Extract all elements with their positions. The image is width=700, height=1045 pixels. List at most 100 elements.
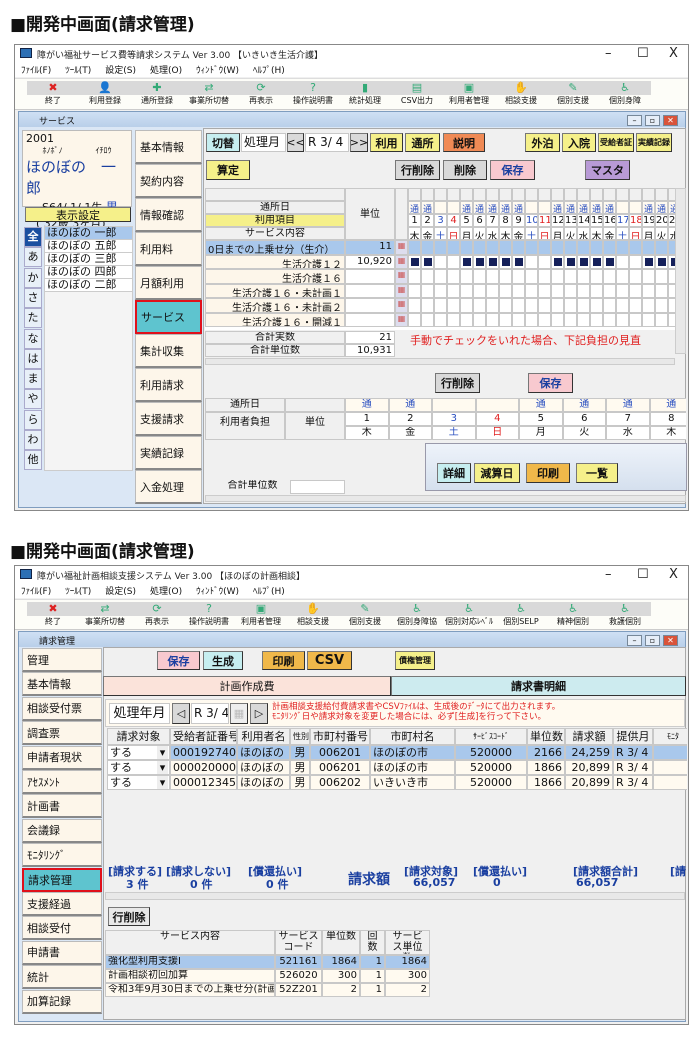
nav2-6[interactable]: 計画書 — [22, 794, 102, 819]
day-check-cell[interactable] — [525, 283, 538, 298]
chevron-down-icon[interactable]: ▾ — [157, 746, 168, 759]
toolbar-add-button[interactable]: ✚ 通所登録 — [131, 79, 183, 109]
day-check-cell[interactable] — [421, 312, 434, 327]
prev-month-button[interactable]: << — [287, 133, 304, 152]
toolbar-chart-button[interactable]: ▮ 統計処理 — [339, 79, 391, 109]
toolbar-person-button[interactable]: ♿ 救護個別 — [599, 600, 651, 629]
day-check-cell[interactable] — [603, 298, 616, 313]
kana-tab[interactable]: 他 — [24, 450, 42, 471]
recipient-cert-button[interactable]: 受給者証 — [598, 133, 634, 152]
day-check-cell[interactable] — [499, 254, 512, 269]
day-check-cell[interactable] — [434, 283, 447, 298]
day-check-cell[interactable] — [629, 254, 642, 269]
day-check-cell[interactable] — [642, 254, 655, 269]
day-check-cell[interactable] — [655, 283, 668, 298]
row-detail-icon[interactable]: ▦ — [395, 283, 408, 298]
chevron-down-icon[interactable]: ▾ — [157, 776, 168, 789]
day-check-cell[interactable] — [447, 269, 460, 284]
day-check-cell[interactable] — [538, 312, 551, 327]
day-check-cell[interactable] — [564, 254, 577, 269]
close-button[interactable]: X — [669, 567, 678, 582]
day-check-cell[interactable] — [551, 254, 564, 269]
reduction-day-button[interactable]: 減算日 — [474, 463, 520, 483]
save-button[interactable]: 保存 — [490, 160, 535, 180]
nav2-5[interactable]: ｱｾｽﾒﾝﾄ — [22, 770, 102, 794]
day-check-cell[interactable] — [590, 298, 603, 313]
day-check-cell[interactable] — [538, 240, 551, 255]
day-check-cell[interactable] — [655, 298, 668, 313]
day-check-cell[interactable] — [551, 240, 564, 255]
day-check-cell[interactable] — [642, 312, 655, 327]
day-check-cell[interactable] — [473, 283, 486, 298]
day-check-cell[interactable] — [629, 240, 642, 255]
month-input[interactable]: R 3/ 4 — [305, 133, 349, 152]
toolbar-refresh-button[interactable]: ⟳ 再表示 — [235, 79, 287, 109]
day-check-cell[interactable] — [460, 298, 473, 313]
nav-10[interactable]: 入金処理 — [135, 470, 202, 504]
row-detail-icon[interactable]: ▦ — [395, 254, 408, 269]
lower-horizontal-scrollbar[interactable] — [205, 495, 686, 502]
horizontal-scrollbar-2[interactable] — [105, 892, 685, 900]
lower-save-button[interactable]: 保存 — [528, 373, 573, 393]
restore-button[interactable]: ▫ — [645, 115, 660, 126]
day-check-cell[interactable] — [603, 269, 616, 284]
day-check-cell[interactable] — [629, 312, 642, 327]
day-check-cell[interactable] — [564, 283, 577, 298]
day-check-cell[interactable] — [421, 283, 434, 298]
lower-total-units-input[interactable] — [290, 480, 345, 494]
menu-item[interactable]: ﾍﾙﾌﾟ(H) — [253, 584, 285, 598]
bill-target-dropdown[interactable]: する ▾ — [107, 775, 170, 790]
day-check-cell[interactable] — [616, 269, 629, 284]
toolbar-users-button[interactable]: ▣ 利用者管理 — [235, 600, 287, 629]
patient-list-item[interactable]: ほのぼの 二郎 — [45, 279, 132, 292]
toolbar-person-button[interactable]: ♿ 精神個別 — [547, 600, 599, 629]
day-check-cell[interactable] — [473, 240, 486, 255]
nav2-4[interactable]: 申請者現状 — [22, 745, 102, 770]
nav-9[interactable]: 実績記録 — [135, 436, 202, 470]
day-check-cell[interactable] — [499, 312, 512, 327]
day-check-cell[interactable] — [408, 254, 421, 269]
toolbar-user-button[interactable]: 👤 利用登録 — [79, 79, 131, 109]
day-check-cell[interactable] — [668, 254, 675, 269]
day-check-cell[interactable] — [577, 254, 590, 269]
menu-item[interactable]: ﾌｧｲﾙ(F) — [21, 63, 51, 77]
day-check-cell[interactable] — [512, 254, 525, 269]
day-check-cell[interactable] — [590, 312, 603, 327]
next-month-button-2[interactable]: ▷ — [250, 703, 268, 724]
list-button[interactable]: 一覧 — [576, 463, 618, 483]
day-check-cell[interactable] — [538, 298, 551, 313]
kana-tab[interactable]: ま — [24, 369, 42, 390]
day-check-cell[interactable] — [460, 283, 473, 298]
delete-button[interactable]: 削除 — [443, 160, 487, 180]
calc-button[interactable]: 算定 — [206, 160, 250, 180]
row-detail-icon[interactable]: ▦ — [395, 298, 408, 313]
day-check-cell[interactable] — [668, 240, 675, 255]
close-button[interactable]: ✕ — [663, 635, 678, 646]
minimize-button[interactable]: – — [627, 115, 642, 126]
overnight-button[interactable]: 外泊 — [525, 133, 560, 152]
nav2-10[interactable]: 支援経過 — [22, 892, 102, 916]
day-check-cell[interactable] — [525, 312, 538, 327]
switch-button[interactable]: 切替 — [206, 133, 240, 152]
day-check-cell[interactable] — [525, 254, 538, 269]
prev-month-button-2[interactable]: ◁ — [172, 703, 190, 724]
print-button[interactable]: 印刷 — [526, 463, 570, 483]
day-check-cell[interactable] — [499, 240, 512, 255]
calendar-icon[interactable]: ▦ — [230, 703, 248, 724]
day-check-cell[interactable] — [421, 298, 434, 313]
minimize-button[interactable]: – — [605, 567, 612, 582]
minimize-button[interactable]: – — [605, 46, 612, 61]
day-check-cell[interactable] — [460, 312, 473, 327]
day-check-cell[interactable] — [512, 283, 525, 298]
print-button-2[interactable]: 印刷 — [262, 651, 305, 670]
nav-4[interactable]: 月額利用 — [135, 266, 202, 300]
bill-target-dropdown[interactable]: する ▾ — [107, 760, 170, 775]
horizontal-scrollbar[interactable] — [205, 358, 675, 365]
csv-button[interactable]: CSV — [307, 651, 352, 670]
toolbar-help-button[interactable]: ? 操作説明書 — [287, 79, 339, 109]
toolbar-refresh-button[interactable]: ⟳ 再表示 — [131, 600, 183, 629]
explain-button[interactable]: 説明 — [443, 133, 485, 152]
day-check-cell[interactable] — [551, 269, 564, 284]
detail-button[interactable]: 詳細 — [437, 463, 471, 483]
row-detail-icon[interactable]: ▦ — [395, 312, 408, 327]
